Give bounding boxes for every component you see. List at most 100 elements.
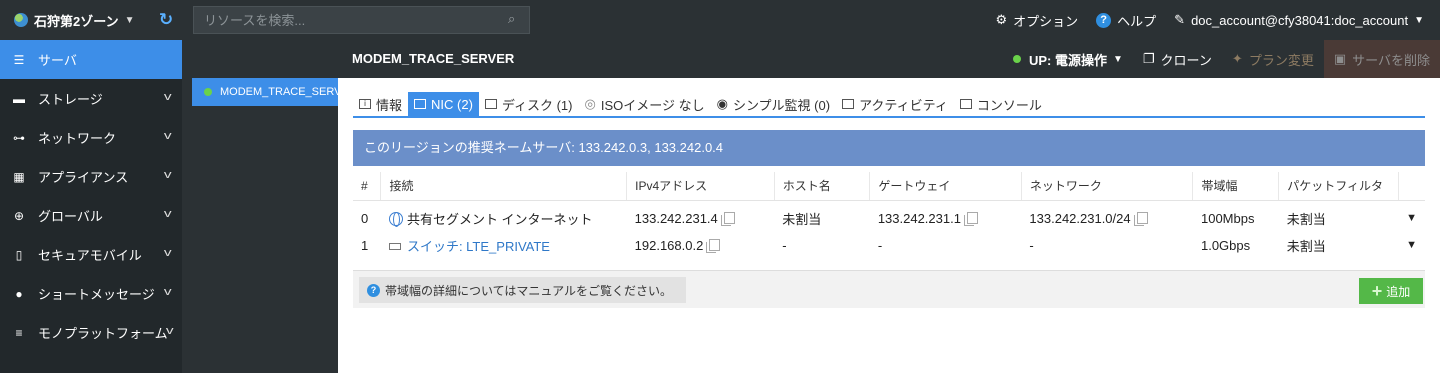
- bandwidth-note-text: 帯域幅の詳細についてはマニュアルをご覧ください。: [385, 283, 673, 298]
- disk-icon: [484, 99, 497, 109]
- power-status-label: UP: 電源操作: [1028, 52, 1107, 68]
- options-label: オプション: [1013, 13, 1079, 29]
- add-nic-button[interactable]: + 追加: [1359, 278, 1423, 304]
- server-list-item[interactable]: MODEM_TRACE_SERVER: [192, 78, 338, 106]
- copy-icon[interactable]: [963, 211, 978, 226]
- content-panel: i 情報 NIC (2) ディスク (1) ◎ ISOイメージ なし ◉ シンプ…: [338, 78, 1440, 373]
- server-actions: UP: 電源操作 ▼ ❐ クローン ✦ プラン変更 ▣ サーバを削除: [1003, 40, 1440, 78]
- account-label: doc_account@cfy38041:doc_account: [1191, 12, 1409, 28]
- sidebar-item-network[interactable]: ⊶ ネットワーク v: [0, 118, 182, 157]
- tab-label: シンプル監視 (0): [732, 97, 831, 113]
- table-row: 1 スイッチ: LTE_PRIVATE 192.168.0.2 - - - 1.…: [353, 230, 1425, 260]
- tab-label: コンソール: [976, 97, 1042, 113]
- account-menu[interactable]: ✎ doc_account@cfy38041:doc_account ▼: [1174, 12, 1424, 28]
- sidebar-item-label: ネットワーク: [38, 131, 117, 146]
- server-list: MODEM_TRACE_SERVER: [182, 40, 338, 373]
- copy-icon: ❐: [1142, 51, 1155, 66]
- switch-icon: [388, 242, 401, 250]
- tab-monitor[interactable]: ◉ シンプル監視 (0): [711, 92, 836, 116]
- chevron-down-icon: v: [163, 169, 172, 181]
- caret-down-icon: ▼: [124, 14, 135, 26]
- search-input[interactable]: [193, 6, 530, 34]
- column-header: ホスト名: [774, 172, 871, 201]
- tab-label: 情報: [376, 97, 403, 113]
- globe-icon: [14, 13, 28, 27]
- tab-nic[interactable]: NIC (2): [408, 92, 479, 116]
- chevron-down-icon: v: [163, 91, 172, 103]
- nic-packet-filter: 未割当: [1286, 211, 1326, 227]
- delete-server-button[interactable]: ▣ サーバを削除: [1323, 40, 1440, 78]
- switch-link[interactable]: スイッチ: LTE_PRIVATE: [407, 239, 550, 254]
- ipv4-value: 192.168.0.2: [634, 237, 704, 253]
- sidebar-item-label: モノプラットフォーム: [38, 326, 168, 341]
- ipv4-value: 133.242.231.4: [634, 210, 718, 226]
- help-label: ヘルプ: [1117, 13, 1157, 29]
- tab-iso[interactable]: ◎ ISOイメージ なし: [579, 92, 711, 116]
- column-header: ネットワーク: [1021, 172, 1194, 201]
- global-icon: ⊕: [13, 208, 25, 223]
- message-icon: ●: [15, 286, 23, 301]
- zone-selector[interactable]: 石狩第2ゾーン ▼: [14, 0, 135, 40]
- chevron-down-icon: v: [163, 208, 172, 220]
- clone-button[interactable]: ❐ クローン: [1133, 40, 1222, 78]
- sidebar-item-short-message[interactable]: ● ショートメッセージ v: [0, 274, 182, 313]
- table-footer: ? 帯域幅の詳細についてはマニュアルをご覧ください。 + 追加: [353, 270, 1425, 308]
- chevron-down-icon: v: [165, 325, 174, 337]
- sidebar-item-label: サーバ: [38, 53, 77, 68]
- sidebar-item-storage[interactable]: ▬ ストレージ v: [0, 79, 182, 118]
- tab-label: ISOイメージ なし: [600, 97, 705, 113]
- chevron-down-icon: v: [163, 247, 172, 259]
- plan-icon: ✦: [1231, 51, 1243, 66]
- storage-icon: ▬: [13, 91, 25, 106]
- gateway-value: 133.242.231.1: [877, 210, 961, 226]
- options-menu[interactable]: ⚙ オプション: [995, 11, 1078, 30]
- tab-bar: i 情報 NIC (2) ディスク (1) ◎ ISOイメージ なし ◉ シンプ…: [353, 92, 1425, 118]
- nic-bandwidth: 100Mbps: [1200, 210, 1255, 226]
- help-menu[interactable]: ? ヘルプ: [1096, 11, 1156, 30]
- sidebar-item-server[interactable]: ☰ サーバ: [0, 40, 182, 79]
- pen-icon: ✎: [1174, 12, 1186, 27]
- tab-label: アクティビティ: [859, 97, 948, 113]
- nic-network: -: [1029, 237, 1034, 253]
- dns-banner: このリージョンの推奨ネームサーバ: 133.242.0.3, 133.242.0…: [353, 130, 1425, 166]
- nic-ipv4: 192.168.0.2: [627, 230, 775, 260]
- nic-hostname: -: [782, 237, 787, 253]
- sidebar-item-global[interactable]: ⊕ グローバル v: [0, 196, 182, 235]
- column-header: IPv4アドレス: [626, 172, 775, 201]
- nic-index: 1: [361, 237, 369, 253]
- copy-icon[interactable]: [1133, 211, 1148, 226]
- sidebar-item-secure-mobile[interactable]: ▯ セキュアモバイル v: [0, 235, 182, 274]
- help-icon: ?: [1096, 12, 1112, 28]
- network-value: 133.242.231.0/24: [1029, 210, 1131, 226]
- server-header: MODEM_TRACE_SERVER UP: 電源操作 ▼ ❐ クローン ✦ プ…: [338, 40, 1440, 78]
- info-icon: i: [359, 99, 371, 109]
- sidebar-item-label: アプライアンス: [38, 170, 129, 185]
- refresh-icon[interactable]: ↻: [156, 10, 176, 30]
- row-menu-caret-icon[interactable]: ▼: [1398, 230, 1425, 260]
- sidebar: ☰ サーバ ▬ ストレージ v ⊶ ネットワーク v ▦ アプライアンス v ⊕…: [0, 40, 182, 373]
- sidebar-item-mono-platform[interactable]: ≡ モノプラットフォーム v: [0, 313, 182, 352]
- top-right-menu: ⚙ オプション ? ヘルプ ✎ doc_account@cfy38041:doc…: [995, 0, 1424, 40]
- sidebar-item-appliance[interactable]: ▦ アプライアンス v: [0, 157, 182, 196]
- copy-icon[interactable]: [720, 211, 735, 226]
- caret-down-icon: ▼: [1414, 14, 1424, 26]
- tab-activity[interactable]: アクティビティ: [836, 92, 954, 116]
- activity-icon: [842, 99, 855, 109]
- power-menu-button[interactable]: UP: 電源操作 ▼: [1003, 40, 1133, 78]
- sidebar-item-label: グローバル: [38, 209, 103, 224]
- tab-disk[interactable]: ディスク (1): [479, 92, 579, 116]
- server-icon: ☰: [13, 52, 25, 67]
- search-icon[interactable]: ⌕: [508, 12, 522, 26]
- column-header: 接続: [380, 172, 628, 201]
- copy-icon[interactable]: [706, 238, 721, 253]
- row-menu-caret-icon[interactable]: ▼: [1398, 200, 1425, 230]
- column-header: [1398, 172, 1425, 201]
- top-bar: 石狩第2ゾーン ▼ ↻ ⌕ ⚙ オプション ? ヘルプ ✎ doc_accoun…: [0, 0, 1440, 40]
- cd-icon: ◎: [584, 96, 596, 111]
- gear-icon: ⚙: [995, 12, 1008, 27]
- clone-label: クローン: [1160, 52, 1212, 68]
- tab-info[interactable]: i 情報: [353, 92, 408, 116]
- plan-change-button[interactable]: ✦ プラン変更: [1222, 40, 1324, 78]
- tab-console[interactable]: コンソール: [954, 92, 1048, 116]
- chevron-down-icon: v: [163, 130, 172, 142]
